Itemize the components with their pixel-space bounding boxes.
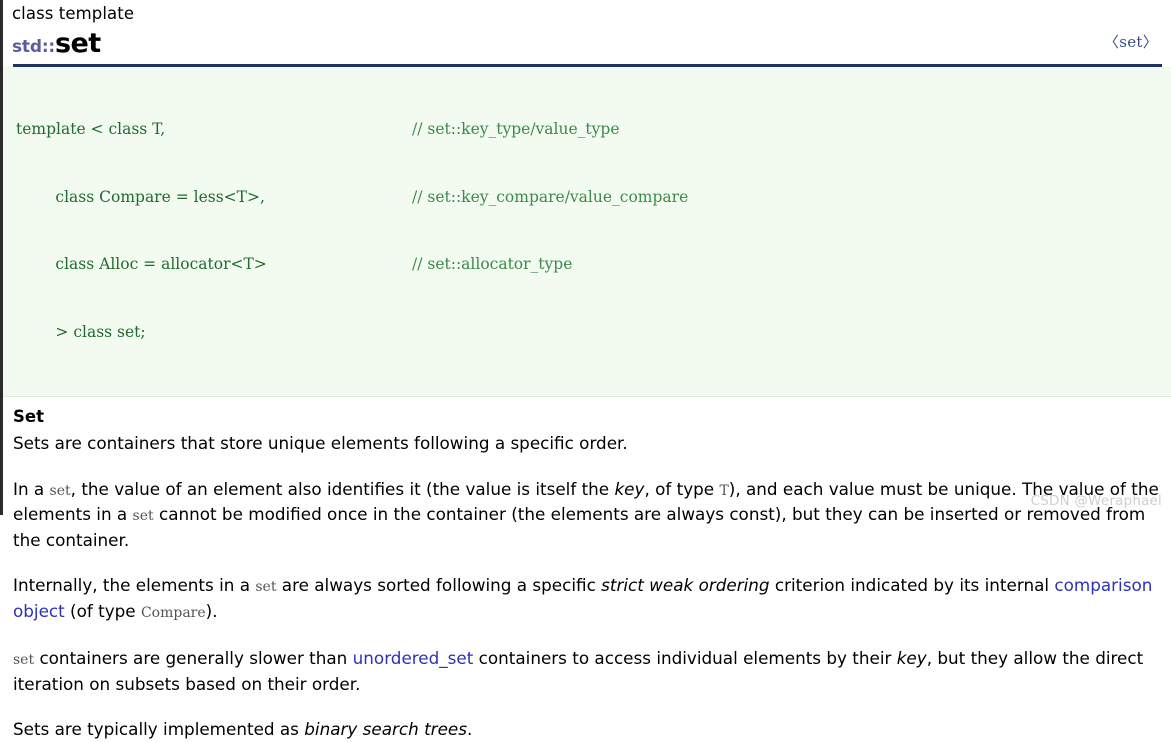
p2-text-5: cannot be modified once in the container…	[13, 504, 1146, 550]
p4-emphasis-key: key	[896, 648, 927, 668]
description-body: Set Sets are containers that store uniqu…	[3, 405, 1171, 742]
link-unordered-set[interactable]: unordered_set	[353, 648, 474, 668]
watermark: CSDN @Weraphael	[1030, 493, 1162, 509]
paragraph-4: set containers are generally slower than…	[13, 647, 1163, 696]
code-declaration: template < class T,	[16, 120, 166, 138]
p2-text-2: , the value of an element also identifie…	[70, 478, 615, 499]
code-comment: // set::allocator_type	[412, 255, 573, 273]
header-file-label: 〈set〉	[1103, 33, 1158, 51]
p2-emphasis-key: key	[614, 478, 645, 499]
inline-code-set: set	[255, 579, 277, 595]
page-title-row: std::set 〈set〉	[12, 25, 1163, 59]
code-declaration: > class set;	[16, 322, 146, 341]
reference-page: class template std::set 〈set〉 template <…	[3, 0, 1171, 739]
p3-text-2: are always sorted following a specific	[276, 575, 602, 595]
p3-emphasis-strict-weak-ordering: strict weak ordering	[601, 575, 770, 595]
paragraph-5: Sets are typically implemented as binary…	[13, 718, 1163, 742]
p4-text-1: containers are generally slower than	[34, 648, 353, 668]
code-comment: // set::key_compare/value_compare	[412, 187, 689, 206]
page-header: class template std::set 〈set〉	[3, 0, 1171, 67]
code-declaration: class Compare = less<T>,	[16, 187, 265, 206]
inline-code-t: T	[719, 482, 729, 499]
inline-code-set: set	[49, 482, 71, 499]
p2-text-1: In a	[13, 478, 50, 499]
page-title-namespace: std::	[12, 37, 56, 57]
p4-text-2: containers to access individual elements…	[473, 648, 897, 668]
code-line: class Alloc = allocator<T> // set::alloca…	[4, 253, 1171, 276]
inline-code-set: set	[132, 508, 154, 524]
p5-text-2: .	[466, 719, 473, 739]
inline-code-set: set	[13, 652, 35, 668]
section-heading: Set	[13, 407, 44, 426]
p5-emphasis-binary-search-trees: binary search trees	[304, 719, 467, 739]
code-declaration: class Alloc = allocator<T>	[16, 255, 267, 273]
p3-text-5: ).	[205, 600, 218, 621]
p2-text-3: , of type	[644, 478, 720, 499]
code-line: template < class T, // set::key_type/valu…	[4, 118, 1171, 141]
page-title-name: set	[55, 28, 101, 59]
paragraph-1-text: Sets are containers that store unique el…	[13, 433, 628, 453]
p3-text-3: criterion indicated by its internal	[769, 575, 1055, 595]
inline-code-compare: Compare	[140, 604, 206, 621]
code-comment: // set::key_type/value_type	[412, 120, 620, 138]
code-line: class Compare = less<T>, // set::key_comp…	[4, 186, 1171, 209]
header-divider	[13, 64, 1162, 67]
p5-text-1: Sets are typically implemented as	[13, 719, 305, 739]
page-title: std::set	[12, 28, 101, 59]
paragraph-3: Internally, the elements in a set are al…	[13, 574, 1163, 625]
p3-text-1: Internally, the elements in a	[13, 575, 256, 595]
p3-text-4: (of type	[64, 600, 141, 621]
page-kind-label: class template	[12, 4, 135, 23]
code-line: > class set;	[4, 321, 1171, 344]
paragraph-1: Sets are containers that store unique el…	[13, 432, 1163, 456]
template-declaration-codeblock: template < class T, // set::key_type/valu…	[3, 67, 1171, 397]
